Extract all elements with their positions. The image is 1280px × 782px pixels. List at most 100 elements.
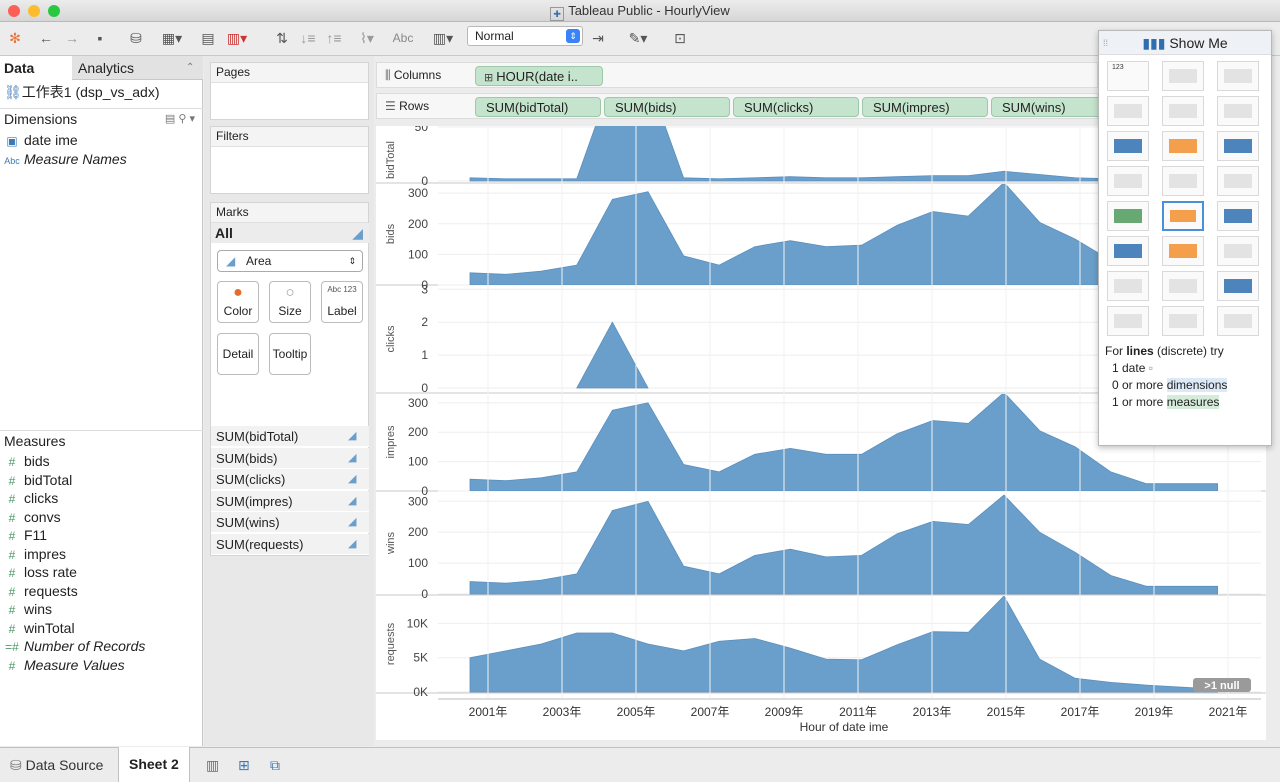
chart-type-option[interactable] — [1162, 166, 1204, 196]
new-worksheet-icon[interactable]: ▥ — [196, 748, 229, 782]
chart-type-option[interactable] — [1217, 306, 1259, 336]
show-labels-icon[interactable]: Abc — [390, 28, 416, 48]
mark-field-pill[interactable]: SUM(clicks) ◢ — [211, 469, 369, 491]
chart-type-option[interactable] — [1162, 236, 1204, 266]
search-icon[interactable]: ▤ ⚲ ▾ — [165, 109, 195, 129]
highlight-icon[interactable]: ✎▾ — [620, 28, 656, 48]
color-button[interactable]: ● Color — [217, 281, 259, 323]
measure-item[interactable]: # Measure Values — [0, 656, 125, 674]
rows-pill[interactable]: SUM(impres) — [862, 97, 988, 117]
datasource-item[interactable]: ⛓工作表1 (dsp_vs_adx) — [0, 83, 160, 101]
dimension-item[interactable]: Abc Measure Names — [0, 150, 126, 168]
pages-card[interactable]: Pages — [210, 62, 369, 120]
tab-analytics[interactable]: Analytics — [78, 56, 178, 80]
measure-item[interactable]: # clicks — [0, 489, 59, 507]
redo-icon[interactable]: → — [62, 28, 82, 48]
measure-item[interactable]: # loss rate — [0, 563, 77, 581]
calendar-icon: ▫ — [1148, 361, 1153, 375]
filters-card[interactable]: Filters — [210, 126, 369, 194]
totals-icon[interactable]: ▥▾ — [426, 28, 460, 48]
tab-data[interactable]: Data — [0, 56, 72, 81]
label-button[interactable]: Abc 123 Label — [321, 281, 363, 323]
measure-item[interactable]: =# Number of Records — [0, 637, 145, 655]
size-button[interactable]: ○ Size — [269, 281, 311, 323]
chart-type-option[interactable] — [1162, 61, 1204, 91]
chart-type-option[interactable]: 123 — [1107, 61, 1149, 91]
marks-card: Marks All ◢ ◢ Area ⇕ ● Color ○ Size Abc 123 La… — [210, 202, 369, 556]
new-worksheet-icon[interactable]: ▦▾ — [158, 28, 186, 48]
close-window-button[interactable] — [8, 5, 20, 17]
marks-all-row[interactable]: All ◢ — [211, 223, 369, 243]
chart-type-option[interactable] — [1162, 271, 1204, 301]
mark-field-pill[interactable]: SUM(bidTotal) ◢ — [211, 426, 369, 447]
area-series-wins[interactable] — [469, 494, 1218, 595]
show-me-header[interactable]: ⁞⁞ ▮▮▮ Show Me — [1099, 31, 1271, 55]
chart-type-option[interactable] — [1217, 201, 1259, 231]
data-source-tab[interactable]: ⛁ Data Source — [0, 748, 113, 782]
chart-type-option[interactable] — [1217, 61, 1259, 91]
minimize-window-button[interactable] — [28, 5, 40, 17]
hint-bold: lines — [1126, 344, 1154, 358]
sheet-2-tab[interactable]: Sheet 2 — [118, 747, 190, 782]
measure-item[interactable]: # convs — [0, 508, 61, 526]
group-icon[interactable]: ⌇▾ — [352, 28, 382, 48]
chart-type-option[interactable] — [1107, 131, 1149, 161]
presentation-icon[interactable]: ⊡ — [670, 28, 690, 48]
chart-type-icon — [1114, 174, 1142, 188]
tableau-logo-icon[interactable]: ✻ — [6, 28, 24, 48]
chart-type-option[interactable] — [1107, 166, 1149, 196]
save-icon[interactable]: ▪ — [90, 28, 110, 48]
chart-type-option[interactable] — [1217, 131, 1259, 161]
fix-axes-icon[interactable]: ⇥ — [588, 28, 608, 48]
chart-type-option[interactable] — [1162, 306, 1204, 336]
mark-field-pill[interactable]: SUM(wins) ◢ — [211, 512, 369, 534]
chart-type-option[interactable] — [1107, 271, 1149, 301]
measure-item[interactable]: # wins — [0, 600, 52, 618]
swap-icon[interactable]: ⇅ — [272, 28, 292, 48]
rows-pill[interactable]: SUM(clicks) — [733, 97, 859, 117]
sort-descending-icon[interactable]: ↑≡ — [324, 28, 344, 48]
chart-type-option[interactable] — [1162, 201, 1204, 231]
mark-type-select[interactable]: ◢ Area ⇕ — [217, 250, 363, 272]
new-datasource-icon[interactable]: ⛁ — [126, 28, 146, 48]
rows-shelf[interactable]: ☰ Rows SUM(bidTotal) SUM(bids) SUM(clicks)… — [376, 93, 1117, 119]
chart-type-option[interactable] — [1107, 96, 1149, 126]
mark-field-pill[interactable]: SUM(bids) ◢ — [211, 447, 369, 469]
measure-label: bids — [24, 453, 50, 469]
fit-select[interactable]: Normal ⇕ — [467, 26, 583, 46]
columns-pill[interactable]: ⊞ HOUR(date i.. — [475, 66, 603, 86]
sort-ascending-icon[interactable]: ↓≡ — [298, 28, 318, 48]
zoom-window-button[interactable] — [48, 5, 60, 17]
measure-item[interactable]: # bids — [0, 452, 50, 470]
mark-field-pill[interactable]: SUM(requests) ◢ — [211, 534, 369, 555]
area-series-requests[interactable] — [469, 596, 1218, 693]
detail-button[interactable]: Detail — [217, 333, 259, 375]
chart-type-option[interactable] — [1217, 96, 1259, 126]
mark-field-pill[interactable]: SUM(impres) ◢ — [211, 490, 369, 512]
chart-type-option[interactable] — [1107, 306, 1149, 336]
measure-item[interactable]: # winTotal — [0, 619, 75, 637]
measure-item[interactable]: # impres — [0, 545, 66, 563]
chart-type-option[interactable] — [1162, 131, 1204, 161]
undo-icon[interactable]: ← — [36, 28, 56, 48]
columns-shelf[interactable]: ⫼ Columns ⊞ HOUR(date i.. — [376, 62, 1098, 88]
hint-line-dims: 0 or more dimensions — [1105, 377, 1228, 394]
measure-item[interactable]: # requests — [0, 582, 78, 600]
clear-sheet-icon[interactable]: ▥▾ — [222, 28, 252, 48]
tab-menu-icon[interactable]: ⌃ — [186, 56, 194, 80]
chart-type-option[interactable] — [1107, 236, 1149, 266]
rows-pill[interactable]: SUM(bidTotal) — [475, 97, 601, 117]
chart-type-option[interactable] — [1107, 201, 1149, 231]
measure-item[interactable]: # F11 — [0, 526, 47, 544]
chart-type-option[interactable] — [1217, 166, 1259, 196]
measure-item[interactable]: # bidTotal — [0, 471, 73, 489]
new-story-icon[interactable]: ⧉ — [260, 748, 290, 782]
chart-type-option[interactable] — [1217, 236, 1259, 266]
chart-type-option[interactable] — [1162, 96, 1204, 126]
chart-type-option[interactable] — [1217, 271, 1259, 301]
tooltip-button[interactable]: Tooltip — [269, 333, 311, 375]
duplicate-sheet-icon[interactable]: ▤ — [198, 28, 218, 48]
dimension-item[interactable]: ▣ date ime — [0, 131, 77, 149]
rows-pill[interactable]: SUM(bids) — [604, 97, 730, 117]
new-dashboard-icon[interactable]: ⊞ — [228, 748, 260, 782]
